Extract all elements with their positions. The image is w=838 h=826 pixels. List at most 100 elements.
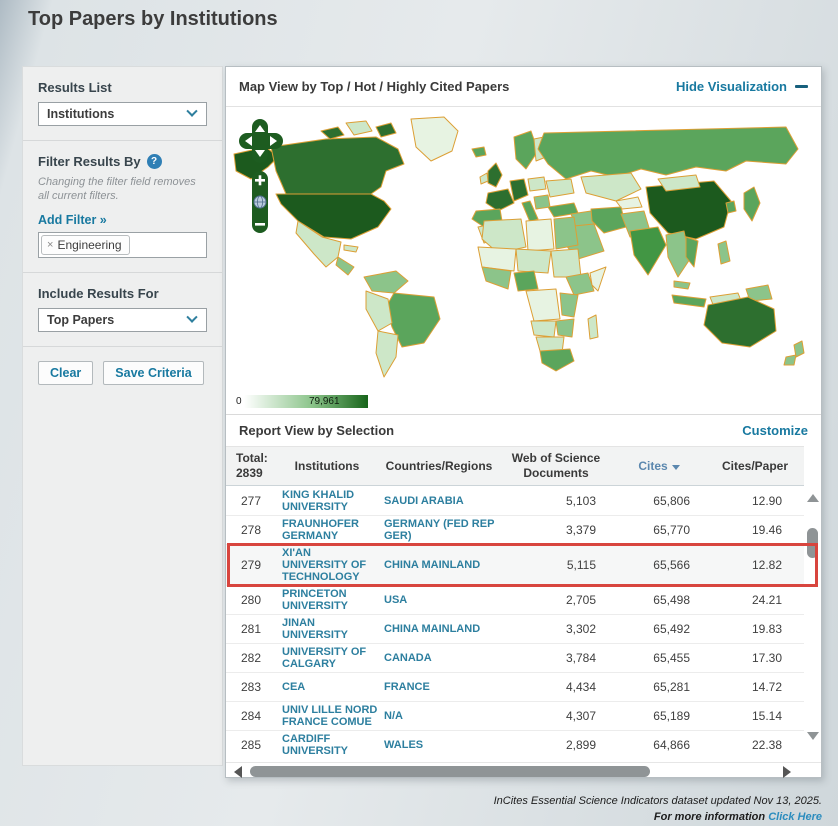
- map-color-legend: 0 79,961: [236, 395, 368, 408]
- results-list-value: Institutions: [47, 107, 188, 121]
- table-row[interactable]: 281 JINAN UNIVERSITY CHINA MAINLAND 3,30…: [226, 614, 804, 643]
- country-link[interactable]: USA: [378, 594, 500, 606]
- filter-tags-input[interactable]: × Engineering: [38, 232, 207, 258]
- results-list-dropdown[interactable]: Institutions: [38, 102, 207, 126]
- institution-link[interactable]: UNIVERSITY OF CALGARY: [276, 646, 378, 670]
- table-body[interactable]: 277 KING KHALID UNIVERSITY SAUDI ARABIA …: [226, 486, 821, 762]
- table-row[interactable]: 278 FRAUNHOFER GERMANY GERMANY (FED REP …: [226, 515, 804, 544]
- hide-visualization-link[interactable]: Hide Visualization: [676, 79, 808, 94]
- filter-section: Filter Results By ? Changing the filter …: [23, 141, 222, 273]
- map-country-japan: [744, 187, 760, 221]
- map-country-australia: [704, 297, 776, 347]
- scroll-right-icon[interactable]: [783, 766, 791, 778]
- table-header-row: Total: 2839 Institutions Countries/Regio…: [226, 446, 804, 486]
- pan-control-icon: [239, 119, 283, 163]
- table-row[interactable]: 279 XI'AN UNIVERSITY OF TECHNOLOGY CHINA…: [226, 544, 804, 585]
- click-here-link[interactable]: Click Here: [768, 811, 822, 823]
- results-list-label: Results List: [38, 80, 207, 95]
- include-results-label: Include Results For: [38, 286, 207, 301]
- cites-cell: 65,770: [612, 523, 706, 537]
- map-country-egypt: [554, 217, 578, 249]
- dataset-update-note: InCites Essential Science Indicators dat…: [494, 794, 822, 810]
- column-header-institutions[interactable]: Institutions: [276, 459, 378, 474]
- country-link[interactable]: SAUDI ARABIA: [378, 495, 500, 507]
- map-navigation-controls[interactable]: [238, 119, 284, 237]
- wos-documents-cell: 4,434: [500, 680, 612, 694]
- column-header-cites-sorted[interactable]: Cites: [612, 459, 706, 474]
- remove-tag-icon[interactable]: ×: [47, 239, 53, 251]
- institution-link[interactable]: JINAN UNIVERSITY: [276, 617, 378, 641]
- rank-cell: 283: [226, 680, 276, 694]
- cites-per-paper-cell: 19.46: [706, 523, 804, 537]
- institution-link[interactable]: CEA: [276, 681, 378, 693]
- horizontal-scroll-thumb[interactable]: [250, 766, 650, 777]
- rank-cell: 285: [226, 738, 276, 752]
- country-link[interactable]: FRANCE: [378, 681, 500, 693]
- column-header-countries[interactable]: Countries/Regions: [378, 459, 500, 474]
- map-country-kazakhstan: [581, 173, 641, 201]
- cites-per-paper-cell: 12.82: [706, 558, 804, 572]
- institution-link[interactable]: CARDIFF UNIVERSITY: [276, 733, 378, 757]
- results-list-section: Results List Institutions: [23, 67, 222, 141]
- world-map[interactable]: 0 79,961: [226, 107, 821, 415]
- include-results-section: Include Results For Top Papers: [23, 273, 222, 347]
- scroll-up-icon[interactable]: [807, 494, 819, 502]
- institution-link[interactable]: KING KHALID UNIVERSITY: [276, 489, 378, 513]
- clear-button[interactable]: Clear: [38, 361, 93, 385]
- scroll-down-icon[interactable]: [807, 732, 819, 740]
- institution-link[interactable]: UNIV LILLE NORD FRANCE COMUE: [276, 704, 378, 728]
- institution-link[interactable]: FRAUNHOFER GERMANY: [276, 518, 378, 542]
- cites-cell: 65,189: [612, 709, 706, 723]
- more-info-text: For more information: [654, 811, 765, 823]
- table-row[interactable]: 283 CEA FRANCE 4,434 65,281 14.72: [226, 672, 804, 701]
- map-country-south-africa: [540, 349, 574, 371]
- country-link[interactable]: WALES: [378, 739, 500, 751]
- chevron-down-icon: [186, 311, 197, 322]
- vertical-scroll-thumb[interactable]: [807, 528, 818, 558]
- add-filter-link[interactable]: Add Filter »: [38, 213, 107, 227]
- cites-cell: 65,498: [612, 593, 706, 607]
- cites-per-paper-cell: 22.38: [706, 738, 804, 752]
- filter-tag-engineering[interactable]: × Engineering: [41, 235, 130, 255]
- include-results-dropdown[interactable]: Top Papers: [38, 308, 207, 332]
- map-country-usa: [276, 194, 391, 239]
- institution-link[interactable]: PRINCETON UNIVERSITY: [276, 588, 378, 612]
- vertical-scrollbar[interactable]: [805, 486, 820, 762]
- rank-cell: 277: [226, 494, 276, 508]
- table-row[interactable]: 277 KING KHALID UNIVERSITY SAUDI ARABIA …: [226, 486, 804, 515]
- visualization-panel: Map View by Top / Hot / Highly Cited Pap…: [225, 66, 822, 778]
- rank-cell: 279: [226, 558, 276, 572]
- column-header-wos-documents[interactable]: Web of Science Documents: [500, 451, 612, 481]
- map-view-title: Map View by Top / Hot / Highly Cited Pap…: [239, 79, 509, 94]
- scroll-left-icon[interactable]: [234, 766, 242, 778]
- table-row[interactable]: 285 CARDIFF UNIVERSITY WALES 2,899 64,86…: [226, 730, 804, 759]
- sort-desc-icon: [672, 465, 680, 470]
- cites-per-paper-cell: 12.90: [706, 494, 804, 508]
- country-link[interactable]: CHINA MAINLAND: [378, 623, 500, 635]
- help-icon[interactable]: ?: [147, 154, 162, 169]
- table-row[interactable]: 284 UNIV LILLE NORD FRANCE COMUE N/A 4,3…: [226, 701, 804, 730]
- rank-cell: 282: [226, 651, 276, 665]
- column-header-cites-per-paper[interactable]: Cites/Paper: [706, 459, 804, 474]
- cites-cell: 64,866: [612, 738, 706, 752]
- map-country-france: [486, 189, 514, 211]
- map-country-greenland: [411, 117, 458, 161]
- cites-per-paper-cell: 14.72: [706, 680, 804, 694]
- country-link[interactable]: CHINA MAINLAND: [378, 559, 500, 571]
- wos-documents-cell: 2,899: [500, 738, 612, 752]
- save-criteria-button[interactable]: Save Criteria: [103, 361, 203, 385]
- country-link[interactable]: GERMANY (FED REP GER): [378, 518, 500, 542]
- choropleth-map-svg: [226, 109, 821, 409]
- horizontal-scrollbar[interactable]: [226, 762, 821, 779]
- country-link[interactable]: CANADA: [378, 652, 500, 664]
- map-country-russia: [538, 127, 798, 179]
- table-row[interactable]: 282 UNIVERSITY OF CALGARY CANADA 3,784 6…: [226, 643, 804, 672]
- customize-link[interactable]: Customize: [742, 423, 808, 438]
- table-row[interactable]: 280 PRINCETON UNIVERSITY USA 2,705 65,49…: [226, 585, 804, 614]
- institution-link[interactable]: XI'AN UNIVERSITY OF TECHNOLOGY: [276, 547, 378, 583]
- rank-cell: 284: [226, 709, 276, 723]
- wos-documents-cell: 3,302: [500, 622, 612, 636]
- map-country-india: [630, 227, 666, 275]
- filter-tag-label: Engineering: [57, 238, 121, 252]
- country-link[interactable]: N/A: [378, 710, 500, 722]
